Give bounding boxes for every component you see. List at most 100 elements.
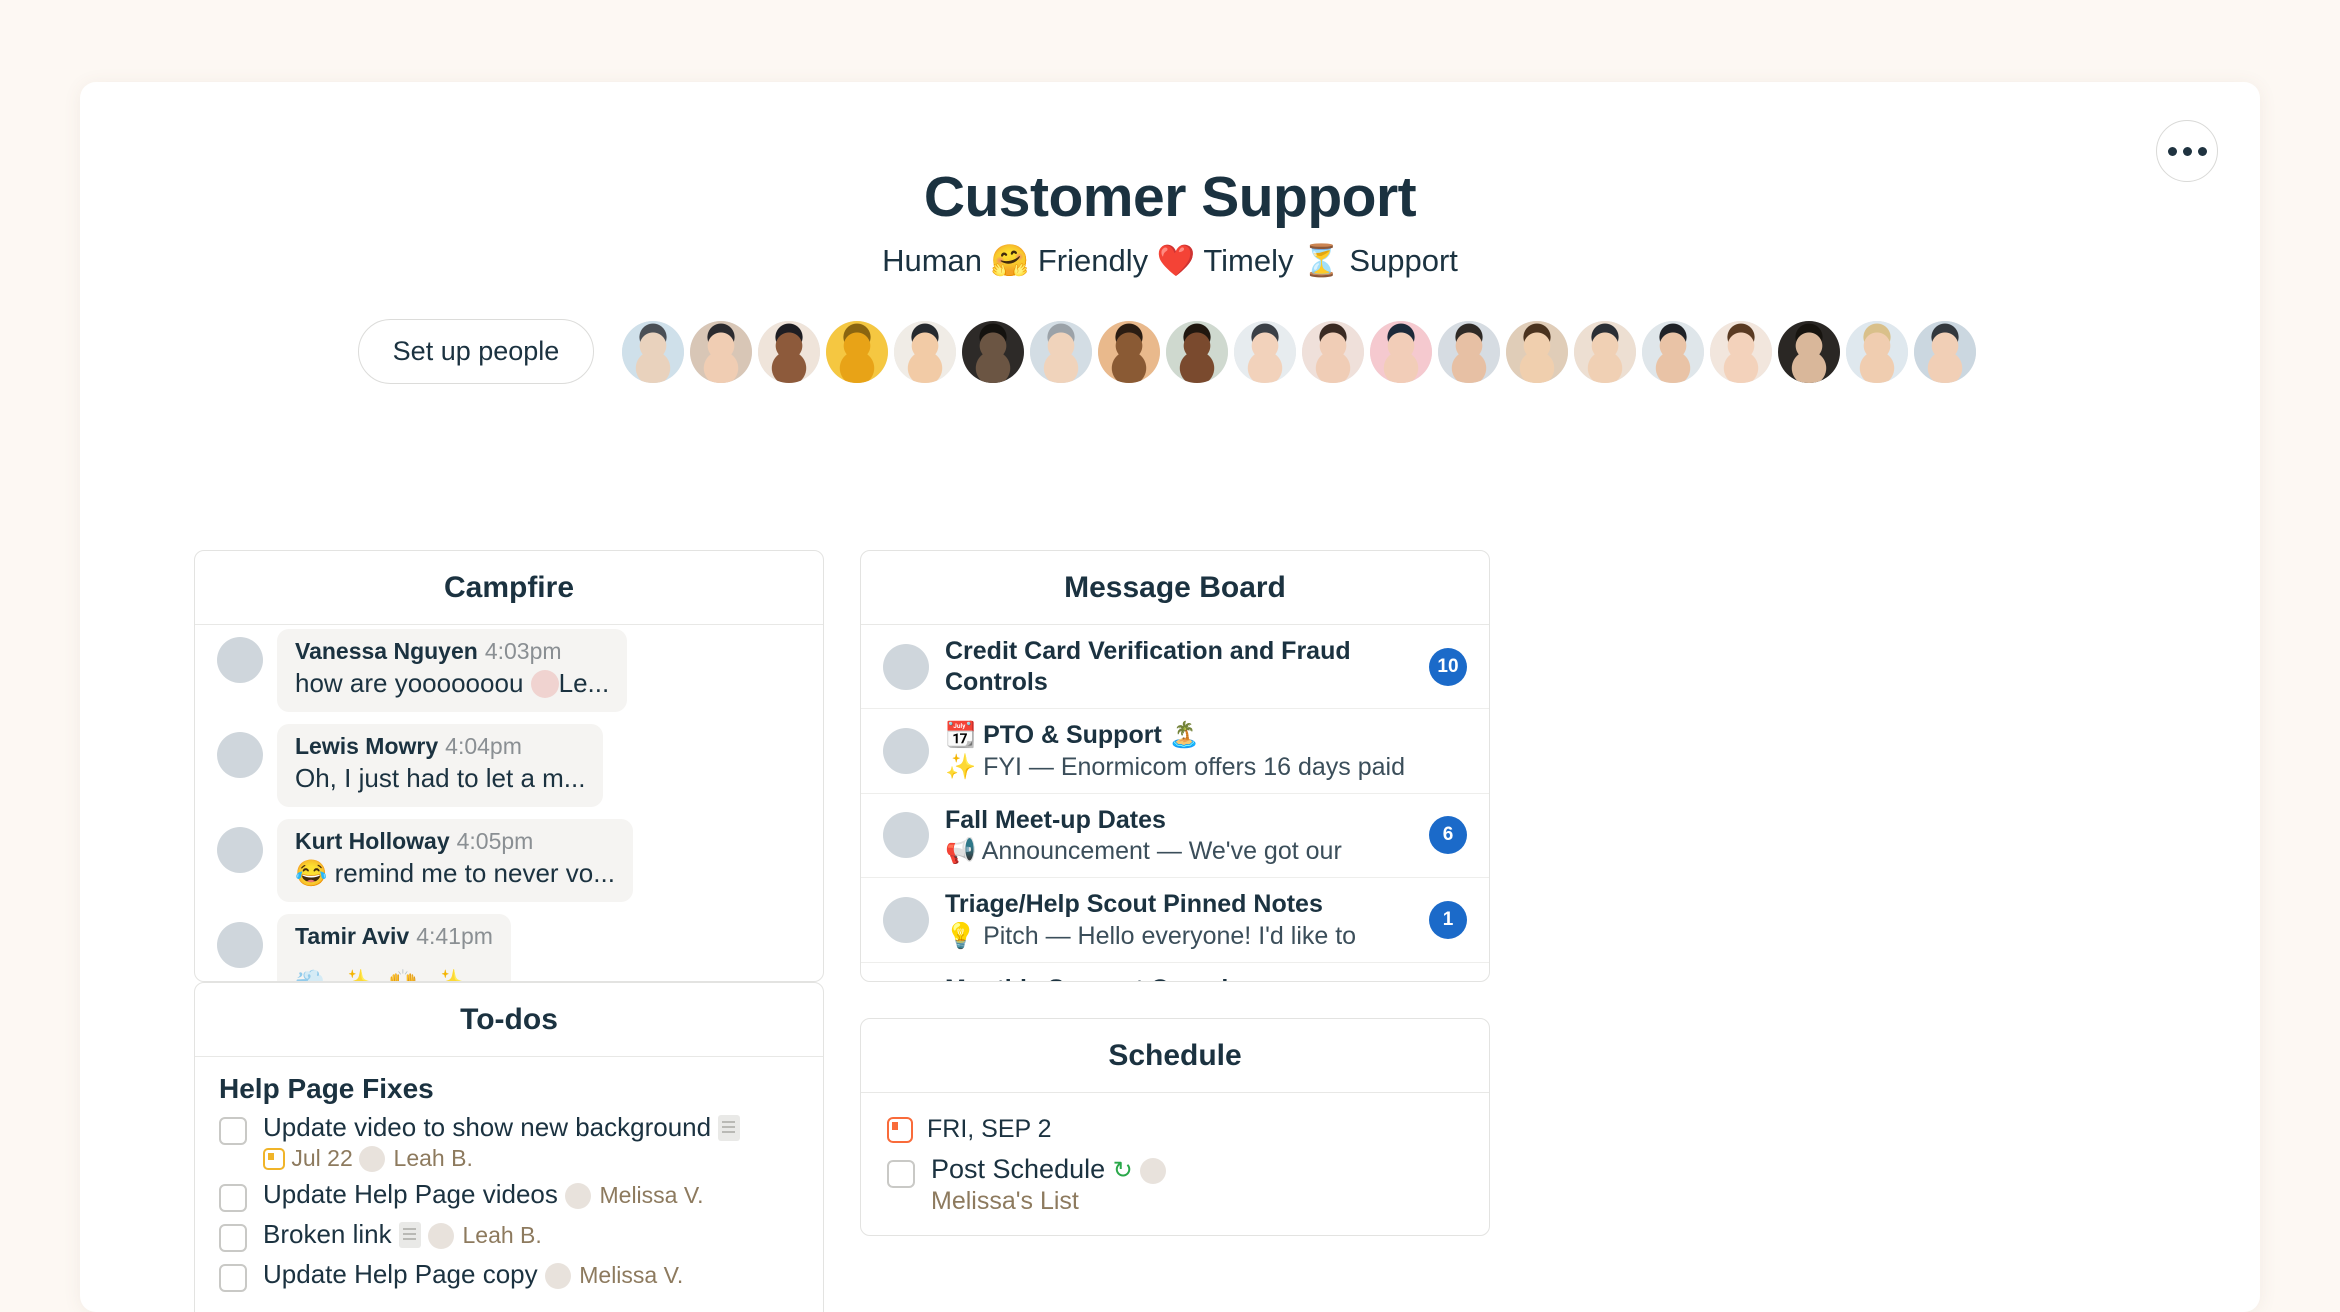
avatar[interactable] [1166, 320, 1229, 383]
todo-item[interactable]: Update Help Page videos Melissa V. [219, 1178, 799, 1212]
campfire-message[interactable]: Vanessa Nguyen 4:03pm how are yooooooou Le… [217, 629, 801, 712]
message-timestamp: 4:05pm [456, 828, 534, 854]
avatar-image [1302, 320, 1365, 383]
avatar-image [1710, 320, 1773, 383]
todo-item-content: Broken link Leah B. [263, 1218, 542, 1252]
assignee-avatar [565, 1182, 592, 1209]
assignee-name: Leah B. [456, 1221, 542, 1248]
due-date-icon [263, 1147, 285, 1170]
people-row: Set up people [80, 319, 2260, 384]
message-bubble: Vanessa Nguyen 4:03pm how are yooooooou Le… [277, 629, 628, 712]
message-board-list[interactable]: Credit Card Verification and Fraud Contr… [861, 625, 1489, 982]
avatar[interactable] [1642, 320, 1705, 383]
todo-item-meta: Melissa V. [544, 1261, 684, 1289]
avatar[interactable] [826, 320, 889, 383]
avatar[interactable] [1234, 320, 1297, 383]
schedule-item-text: Post Schedule ↻ [931, 1154, 1168, 1185]
avatar-image [690, 320, 753, 383]
avatar[interactable] [1370, 320, 1433, 383]
assignee-name: Melissa V. [572, 1261, 684, 1288]
message-bubble: Tamir Aviv4:41pm 💨 ✨ 🙌 ✨ [277, 914, 511, 981]
message-board-item[interactable]: 📆 PTO & Support 🏝️ ✨ FYI — Enormicom offe… [861, 709, 1489, 794]
document-icon [398, 1221, 421, 1248]
message-text: Oh, I just had to let a m... [295, 763, 586, 793]
todo-checkbox[interactable] [219, 1183, 247, 1212]
dot-icon [2167, 146, 2177, 156]
setup-people-button[interactable]: Set up people [357, 319, 595, 384]
avatar [883, 981, 929, 982]
more-options-button[interactable] [2156, 120, 2218, 182]
message-board-item[interactable]: Credit Card Verification and Fraud Contr… [861, 625, 1489, 709]
message-header: Vanessa Nguyen 4:03pm [295, 638, 609, 665]
avatar[interactable] [690, 320, 753, 383]
todo-group: Help Page Fixes Update video to show new … [219, 1073, 799, 1292]
avatar[interactable] [1846, 320, 1909, 383]
avatar[interactable] [622, 320, 685, 383]
todo-item-label: Update Help Page copy [263, 1258, 538, 1289]
unread-count-badge: 10 [1429, 647, 1467, 686]
message-board-item-title: Credit Card Verification and Fraud Contr… [945, 637, 1351, 696]
avatar[interactable] [1710, 320, 1773, 383]
avatar [217, 732, 263, 778]
todo-item-line: Update Help Page videos Melissa V. [263, 1178, 703, 1212]
message-text-trailing: Le... [558, 668, 610, 698]
avatar[interactable] [1778, 320, 1841, 383]
message-timestamp: 4:03pm [484, 638, 562, 664]
campfire-message[interactable]: Tamir Aviv4:41pm 💨 ✨ 🙌 ✨ [217, 914, 801, 981]
assignee-avatar [544, 1262, 571, 1289]
todo-item-label: Update Help Page videos [263, 1178, 558, 1209]
message-board-item-subtitle: ✨ FYI — Enormicom offers 16 days paid [945, 752, 1406, 781]
todo-item[interactable]: Update video to show new background Jul … [219, 1111, 799, 1172]
schedule-list-label: Melissa's List [931, 1187, 1079, 1215]
avatar[interactable] [1914, 320, 1977, 383]
avatar[interactable] [1302, 320, 1365, 383]
dot-icon [2197, 146, 2207, 156]
avatar [883, 896, 929, 943]
avatar[interactable] [1574, 320, 1637, 383]
app-panel: Customer Support Human 🤗 Friendly ❤️ Tim… [80, 82, 2260, 1312]
avatar[interactable] [1098, 320, 1161, 383]
avatar [217, 637, 263, 683]
campfire-message-list[interactable]: Vanessa Nguyen 4:03pm how are yooooooou Le… [195, 625, 823, 981]
avatar[interactable] [1438, 320, 1501, 383]
todo-item-meta: Jul 22 Leah B. [263, 1145, 740, 1172]
due-date-label: Jul 22 [285, 1144, 360, 1171]
calendar-icon [887, 1116, 913, 1143]
todo-checkbox[interactable] [219, 1263, 247, 1292]
avatar[interactable] [894, 320, 957, 383]
schedule-item[interactable]: Post Schedule ↻ Melissa's List [887, 1154, 1463, 1216]
schedule-item-checkbox[interactable] [887, 1160, 915, 1188]
message-board-item-text: Fall Meet-up Dates 📢 Announcement — We've… [945, 805, 1429, 867]
avatar[interactable] [1030, 320, 1093, 383]
avatar-image [894, 320, 957, 383]
message-board-item-subtitle: 💡 Pitch — Hello everyone! I'd like to [945, 921, 1357, 950]
avatar [217, 827, 263, 873]
message-author: Vanessa Nguyen [295, 638, 478, 664]
avatar [883, 812, 929, 859]
avatar[interactable] [962, 320, 1025, 383]
todo-groups[interactable]: Help Page Fixes Update video to show new … [195, 1057, 823, 1312]
assignee-name: Melissa V. [593, 1181, 704, 1208]
message-board-item[interactable]: Monthly Support Overview❤️ Heartbeat — T… [861, 963, 1489, 982]
avatar-image [1914, 320, 1977, 383]
message-board-item[interactable]: Fall Meet-up Dates 📢 Announcement — We've… [861, 794, 1489, 878]
campfire-message[interactable]: Lewis Mowry 4:04pm Oh, I just had to let a… [217, 724, 801, 807]
message-board-item-text: Triage/Help Scout Pinned Notes 💡 Pitch — … [945, 889, 1429, 951]
todo-item[interactable]: Broken link Leah B. [219, 1218, 799, 1252]
message-board-item-text: 📆 PTO & Support 🏝️ ✨ FYI — Enormicom offe… [945, 720, 1467, 782]
message-board-item-text: Monthly Support Overview❤️ Heartbeat — T… [945, 974, 1467, 982]
schedule-body: FRI, SEP 2 Post Schedule ↻ Melissa's Lis… [861, 1093, 1489, 1216]
avatar-image [826, 320, 889, 383]
todo-checkbox[interactable] [219, 1117, 247, 1145]
message-board-item-title: Monthly Support Overview [945, 974, 1457, 982]
card-title-campfire: Campfire [195, 551, 823, 625]
campfire-message[interactable]: Kurt Holloway 4:05pm 😂 remind me to never … [217, 819, 801, 902]
message-header: Lewis Mowry 4:04pm [295, 733, 585, 760]
message-author: Kurt Holloway [295, 828, 450, 854]
avatar[interactable] [1506, 320, 1569, 383]
message-board-item[interactable]: Triage/Help Scout Pinned Notes 💡 Pitch — … [861, 878, 1489, 963]
todo-checkbox[interactable] [219, 1223, 247, 1252]
avatar[interactable] [758, 320, 821, 383]
todo-item[interactable]: Update Help Page copy Melissa V. [219, 1258, 799, 1292]
recurring-icon: ↻ [1112, 1157, 1133, 1184]
